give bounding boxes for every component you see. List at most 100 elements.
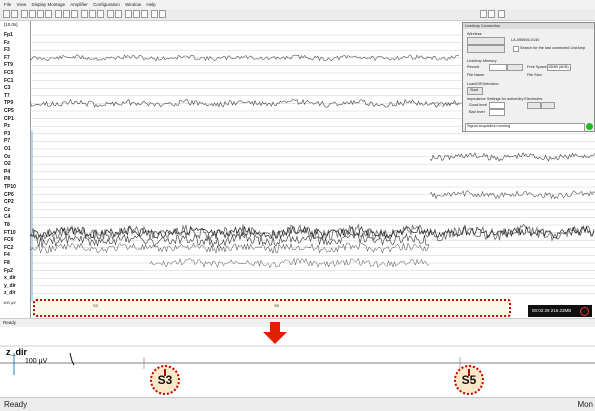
section-impedance: Impedance Settings for active/dry Electr… xyxy=(467,97,543,101)
recording-status-text: 00:02:28 216.23MB xyxy=(532,308,572,313)
menu-configuration[interactable]: Configuration xyxy=(93,2,120,7)
apply-button[interactable] xyxy=(527,102,541,109)
trace-oz xyxy=(429,152,595,162)
zoom-in-icon[interactable] xyxy=(55,10,62,18)
channel-label-c3: C3 xyxy=(4,85,11,92)
menu-amplifier[interactable]: Amplifier xyxy=(70,2,88,7)
zoom-uv-label: 100 µV xyxy=(25,358,48,365)
liveamp-connection-dialog: LiveAmp Connection Wireless LA-055606-01… xyxy=(462,22,595,132)
channel-label-c4: C4 xyxy=(4,214,11,221)
reset-button[interactable] xyxy=(541,102,555,109)
test-icon[interactable] xyxy=(37,10,44,18)
scale-label: [10.0s] xyxy=(4,22,18,27)
channel-label-tp10: TP10 xyxy=(4,184,16,190)
scale-icon[interactable] xyxy=(71,10,78,18)
time-icon[interactable] xyxy=(81,10,88,18)
open-icon[interactable] xyxy=(11,10,18,18)
record-stop-select[interactable] xyxy=(507,64,523,71)
dc-icon[interactable] xyxy=(107,10,114,18)
channel-label-cz: Cz xyxy=(4,206,11,213)
status-ready-small: Ready xyxy=(3,320,17,325)
channel-label-cp5: CP5 xyxy=(4,108,14,114)
channel-labels: [10.0s] Fp1 Fz F3 F7 FT9 FC5 FC1 C3 T7 TP9 CP5 CP1 P… xyxy=(0,21,31,318)
channel-label-p8: P8 xyxy=(4,176,11,183)
channel-label-t8: T8 xyxy=(4,222,10,228)
new-icon[interactable] xyxy=(3,10,10,18)
overlay-icon[interactable] xyxy=(115,10,122,18)
pause-icon[interactable] xyxy=(133,10,140,18)
recording-status-box: 00:02:28 216.23MB xyxy=(528,305,592,317)
monitor-icon[interactable] xyxy=(21,10,28,18)
connect-button[interactable] xyxy=(467,37,505,45)
impedance-icon[interactable] xyxy=(29,10,36,18)
channel-label-fz: Fz xyxy=(4,39,10,46)
record-select[interactable] xyxy=(489,64,507,71)
channel-label-tp9: TP9 xyxy=(4,100,14,107)
marker-icon[interactable] xyxy=(125,10,132,18)
menu-help[interactable]: Help xyxy=(146,2,155,7)
search-checkbox[interactable] xyxy=(513,46,519,52)
channel-label-cp6: CP6 xyxy=(4,191,14,198)
start-label: Start xyxy=(470,88,479,92)
stop-icon[interactable] xyxy=(141,10,148,18)
channel-label-p4: P4 xyxy=(4,168,11,175)
channel-label-fp2: Fp2 xyxy=(4,267,13,274)
channel-label-y_dir: y_dir xyxy=(4,282,16,289)
channel-label-oz: Oz xyxy=(4,153,11,160)
channel-label-f8: F8 xyxy=(4,260,10,266)
window-extra-icon[interactable] xyxy=(498,10,505,18)
channel-label-pz: Pz xyxy=(4,123,10,130)
channel-label-o1: O1 xyxy=(4,146,11,152)
channel-label-t7: T7 xyxy=(4,92,10,99)
section-loadoff: Load/Off Detection xyxy=(467,82,499,86)
channel-label-p3: P3 xyxy=(4,130,11,137)
channel-label-ft9: FT9 xyxy=(4,62,13,69)
channel-label-x_dir: x_dir xyxy=(4,275,16,282)
zdir-channel-label: z_dir xyxy=(6,347,28,357)
channels-icon[interactable] xyxy=(89,10,96,18)
serial-number: LA-055606-0140 xyxy=(511,38,540,42)
channel-label-ft10: FT10 xyxy=(4,229,16,236)
montage-icon[interactable] xyxy=(151,10,158,18)
status-bar-bottom: Ready Mon xyxy=(0,397,595,411)
channel-label-z_dir: z_dir xyxy=(4,290,16,297)
marker-strip-highlight: S3 S5 xyxy=(33,299,511,317)
uv-scale-label: 100 µV xyxy=(3,300,16,305)
channel-label-f4: F4 xyxy=(4,252,10,259)
disconnect-button[interactable] xyxy=(467,45,505,53)
channel-label-f3: F3 xyxy=(4,47,10,54)
signal-status-text: Signal acquisition running xyxy=(467,124,511,128)
channel-label-cp1: CP1 xyxy=(4,115,14,122)
window-tile-icon[interactable] xyxy=(480,10,487,18)
help-icon[interactable] xyxy=(159,10,166,18)
channel-label-fc2: FC2 xyxy=(4,244,14,251)
marker-s3: S3 xyxy=(150,365,180,395)
file-size-label: File Size: xyxy=(527,73,543,77)
status-mon: Mon xyxy=(577,400,593,409)
zoom-out-icon[interactable] xyxy=(63,10,70,18)
menu-view[interactable]: View xyxy=(17,2,27,7)
good-level-label: Good level xyxy=(469,103,488,107)
menu-display-montage[interactable]: Display Montage xyxy=(31,2,65,7)
zoomed-zdir-trace xyxy=(0,345,595,375)
filter-icon[interactable] xyxy=(97,10,104,18)
marker-s5-small: S5 xyxy=(274,303,279,308)
down-arrow-icon xyxy=(263,322,287,344)
menu-file[interactable]: File xyxy=(4,2,11,7)
channel-label-cp2: CP2 xyxy=(4,199,14,206)
good-level-field[interactable] xyxy=(489,102,505,109)
menu-bar: File View Display Montage Amplifier Conf… xyxy=(0,0,595,9)
status-ready: Ready xyxy=(4,400,28,409)
bad-level-field[interactable] xyxy=(489,109,505,116)
window-cascade-icon[interactable] xyxy=(488,10,495,18)
channel-label-p7: P7 xyxy=(4,138,11,145)
record-label: Record xyxy=(467,65,480,69)
channel-label-fc1: FC1 xyxy=(4,77,14,84)
menu-window[interactable]: Window xyxy=(125,2,141,7)
record-icon[interactable] xyxy=(45,10,52,18)
marker-s5: S5 xyxy=(454,365,484,395)
zoomed-zdir-panel: z_dir 100 µV S3 S5 xyxy=(0,345,595,397)
status-bar-top: Ready xyxy=(0,318,595,327)
record-indicator-icon xyxy=(580,307,589,316)
toolbar xyxy=(0,9,595,21)
